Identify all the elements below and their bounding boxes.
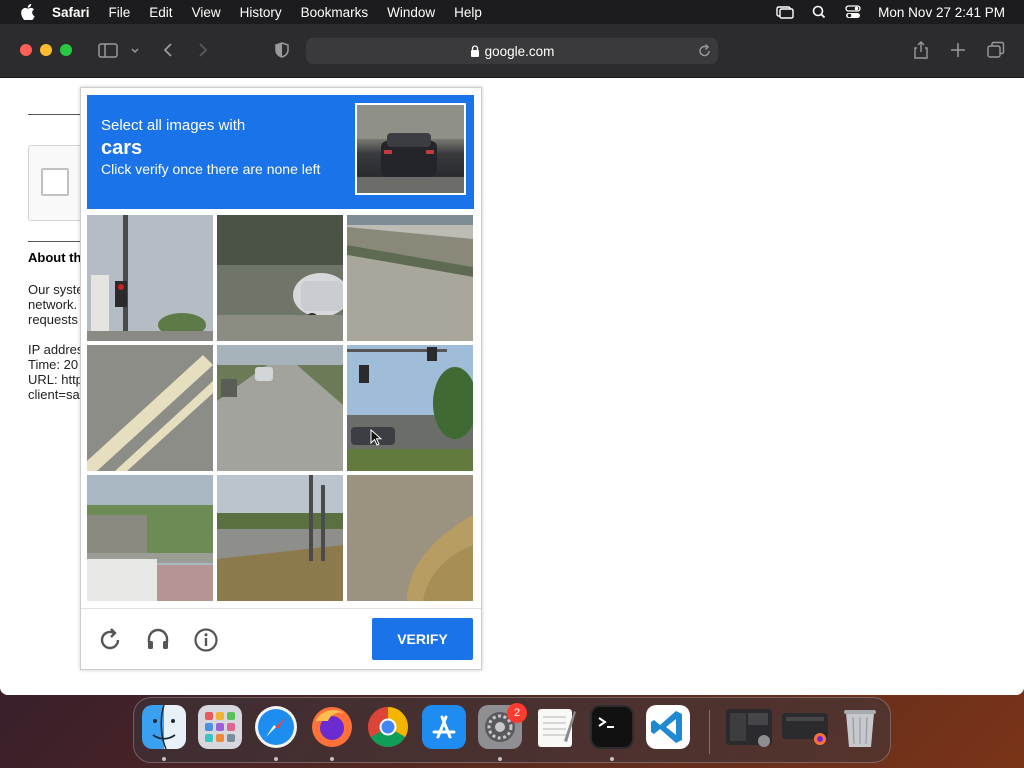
captcha-tile-2[interactable] [217,215,349,341]
chevron-down-icon[interactable] [129,40,141,60]
menu-file[interactable]: File [109,5,131,20]
forward-icon[interactable] [195,40,211,60]
menu-app-name[interactable]: Safari [52,5,90,20]
close-window-button[interactable] [20,44,32,56]
textedit-icon[interactable] [534,705,578,749]
page-text-line: requests [28,312,78,327]
info-icon[interactable] [193,627,219,653]
apple-menu-icon[interactable] [20,3,36,21]
vscode-icon[interactable] [646,705,690,749]
lock-icon [470,45,479,57]
page-text-line: Time: 20 [28,357,79,372]
captcha-prompt: Select all images with [101,117,246,134]
page-text-line: IP addres [28,342,84,357]
captcha-sample-image [355,103,466,195]
privacy-shield-icon[interactable] [273,40,291,60]
captcha-target-word: cars [101,137,143,159]
share-icon[interactable] [912,40,930,60]
captcha-tile-5[interactable] [217,345,343,471]
safari-icon[interactable] [254,705,298,749]
spotlight-search-icon[interactable] [810,5,828,19]
captcha-tile-4[interactable] [87,345,213,471]
launchpad-icon[interactable] [198,705,242,749]
menu-help[interactable]: Help [454,5,482,20]
finder-icon[interactable] [142,705,186,749]
chrome-icon[interactable] [366,705,410,749]
captcha-instructions: Select all images with cars Click verify… [87,95,474,209]
menu-history[interactable]: History [240,5,282,20]
display-mirroring-icon[interactable] [776,5,794,19]
divider [28,114,88,115]
running-indicator [274,757,278,761]
page-text-line: network. [28,297,78,312]
address-bar-url: google.com [484,43,555,59]
page-text-line: URL: http [28,372,83,387]
browser-toolbar: google.com [0,24,1024,78]
menubar-clock[interactable]: Mon Nov 27 2:41 PM [878,5,1005,20]
captcha-tile-9[interactable] [347,475,473,601]
captcha-tile-1[interactable] [87,215,213,341]
running-indicator [330,757,334,761]
trash-icon[interactable] [838,705,882,749]
page-text-line: client=sa [28,387,80,402]
captcha-tile-7[interactable] [87,475,213,601]
address-bar[interactable]: google.com [306,38,718,64]
audio-challenge-icon[interactable] [145,627,171,653]
recaptcha-checkbox[interactable] [41,168,69,196]
sidebar-toggle-icon[interactable] [97,40,119,60]
control-center-icon[interactable] [844,5,862,19]
firefox-icon[interactable] [310,705,354,749]
captcha-hint: Click verify once there are none left [101,161,321,177]
divider [28,241,88,242]
minimize-window-button[interactable] [40,44,52,56]
notification-badge: 2 [507,703,527,723]
running-indicator [610,757,614,761]
captcha-tile-8[interactable] [217,475,343,601]
firefox-window-thumbnail-icon[interactable] [780,705,830,749]
captcha-tile-6[interactable] [347,345,477,471]
tab-overview-icon[interactable] [986,40,1006,60]
terminal-icon[interactable] [590,705,634,749]
running-indicator [498,757,502,761]
verify-button[interactable]: VERIFY [372,618,473,660]
captcha-tile-3[interactable] [347,215,473,341]
back-icon[interactable] [160,40,176,60]
captcha-challenge: Select all images with cars Click verify… [80,87,482,670]
zoom-window-button[interactable] [60,44,72,56]
new-tab-icon[interactable] [949,40,967,60]
reload-challenge-icon[interactable] [97,627,123,653]
reload-icon[interactable] [698,43,712,59]
window-thumbnail-icon[interactable] [724,705,774,749]
page-text-line: Our syste [28,282,84,297]
about-heading: About th [28,250,82,265]
mouse-cursor-icon [370,429,383,446]
menu-bar: Safari File Edit View History Bookmarks … [0,0,1024,24]
running-indicator [162,757,166,761]
divider [81,608,481,609]
recaptcha-widget [28,145,88,221]
dock-separator [709,710,710,754]
menu-edit[interactable]: Edit [149,5,172,20]
menu-view[interactable]: View [192,5,221,20]
menu-bookmarks[interactable]: Bookmarks [301,5,369,20]
menu-window[interactable]: Window [387,5,435,20]
app-store-icon[interactable] [422,705,466,749]
